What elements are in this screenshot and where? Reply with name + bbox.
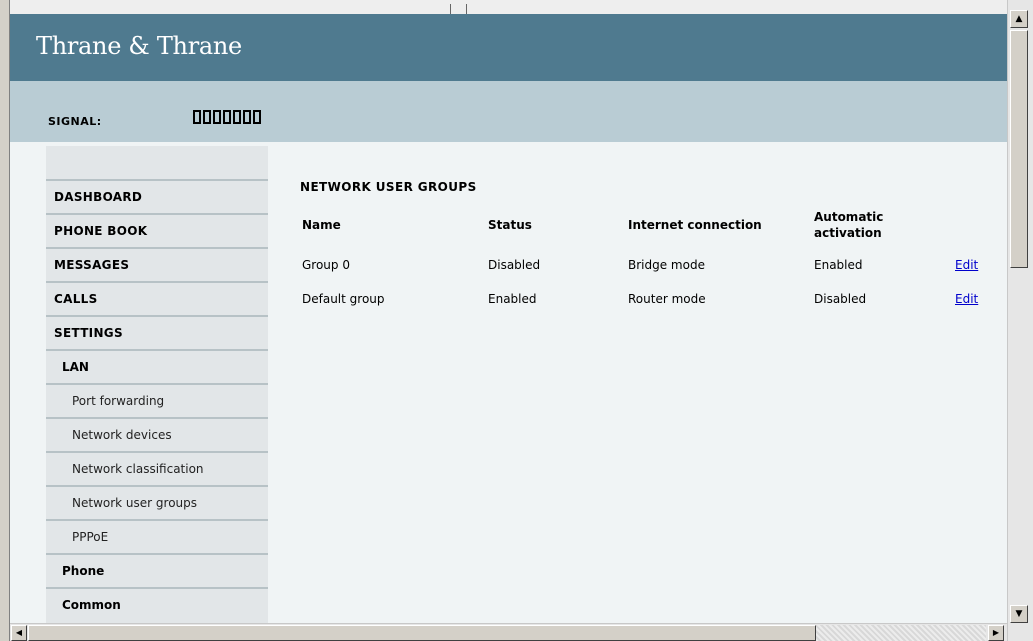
sidebar-item-label: CALLS (54, 292, 98, 306)
scroll-left-icon[interactable]: ◀ (11, 625, 27, 641)
sidebar-item-label: PPPoE (72, 530, 109, 544)
horizontal-scroll-thumb[interactable] (28, 625, 816, 641)
row-internet-connection: Bridge mode (628, 258, 705, 272)
horizontal-scrollbar[interactable]: ◀ ▶ (10, 623, 1007, 641)
vertical-scroll-thumb[interactable] (1010, 30, 1028, 268)
signal-meter (193, 110, 261, 124)
sidebar-item-label: Phone (62, 564, 105, 578)
frame-divider (450, 4, 451, 14)
row-name: Default group (302, 292, 385, 306)
column-header-internet-connection: Internet connection (628, 218, 762, 232)
sidebar-item-label: SETTINGS (54, 326, 123, 340)
column-header-status: Status (488, 218, 532, 232)
signal-bar-segment (213, 110, 221, 124)
edit-link[interactable]: Edit (955, 292, 978, 306)
sidebar-item-label: Network user groups (72, 496, 198, 510)
row-internet-connection: Router mode (628, 292, 706, 306)
sidebar-item-label: Common (62, 598, 121, 612)
row-status: Disabled (488, 258, 541, 272)
sidebar-item-pppoe[interactable]: PPPoE (46, 519, 268, 553)
signal-header: SIGNAL: (10, 81, 1007, 142)
horizontal-scroll-track[interactable] (816, 625, 986, 641)
edit-link[interactable]: Edit (955, 258, 978, 272)
sidebar-item-common[interactable]: Common (46, 587, 268, 621)
brand-logo: Thrane & Thrane (36, 32, 242, 60)
frame-divider (466, 4, 467, 14)
sidebar-item-phone-book[interactable]: PHONE BOOK (46, 213, 268, 247)
sidebar-item-label: PHONE BOOK (54, 224, 148, 238)
window-frame-left (0, 0, 10, 641)
sidebar-item-label: Network classification (72, 462, 204, 476)
signal-bar-segment (203, 110, 211, 124)
signal-bar-segment (193, 110, 201, 124)
sidebar-item-lan[interactable]: LAN (46, 349, 268, 383)
signal-bar-segment (233, 110, 241, 124)
sidebar-item-label: DASHBOARD (54, 190, 143, 204)
scroll-up-icon[interactable]: ▲ (1010, 10, 1028, 28)
sidebar-item-dashboard[interactable]: DASHBOARD (46, 179, 268, 213)
row-status: Enabled (488, 292, 537, 306)
column-header-name: Name (302, 218, 341, 232)
sidebar-item-network-classification[interactable]: Network classification (46, 451, 268, 485)
sidebar-item-label: LAN (62, 360, 89, 374)
sidebar: DASHBOARD PHONE BOOK MESSAGES CALLS SETT… (46, 146, 268, 623)
window-frame-top (10, 0, 1007, 14)
sidebar-item-label: Network devices (72, 428, 172, 442)
sidebar-item-port-forwarding[interactable]: Port forwarding (46, 383, 268, 417)
sidebar-item-calls[interactable]: CALLS (46, 281, 268, 315)
scroll-down-icon[interactable]: ▼ (1010, 605, 1028, 623)
row-automatic-activation: Enabled (814, 258, 863, 272)
sidebar-item-network-devices[interactable]: Network devices (46, 417, 268, 451)
row-name: Group 0 (302, 258, 350, 272)
signal-bar-segment (223, 110, 231, 124)
scroll-right-icon[interactable]: ▶ (988, 625, 1004, 641)
column-header-activation: activation (814, 226, 882, 240)
sidebar-item-settings[interactable]: SETTINGS (46, 315, 268, 349)
page-title: NETWORK USER GROUPS (300, 180, 477, 194)
sidebar-item-messages[interactable]: MESSAGES (46, 247, 268, 281)
sidebar-item-network-user-groups[interactable]: Network user groups (46, 485, 268, 519)
brand-header: Thrane & Thrane (10, 14, 1007, 81)
signal-bar-segment (243, 110, 251, 124)
sidebar-item-label: Port forwarding (72, 394, 165, 408)
vertical-scrollbar[interactable]: ▲ ▼ (1007, 0, 1033, 641)
signal-label: SIGNAL: (48, 115, 102, 128)
column-header-automatic: Automatic (814, 210, 884, 224)
row-automatic-activation: Disabled (814, 292, 867, 306)
sidebar-item-phone[interactable]: Phone (46, 553, 268, 587)
signal-bar-segment (253, 110, 261, 124)
sidebar-item-label: MESSAGES (54, 258, 130, 272)
